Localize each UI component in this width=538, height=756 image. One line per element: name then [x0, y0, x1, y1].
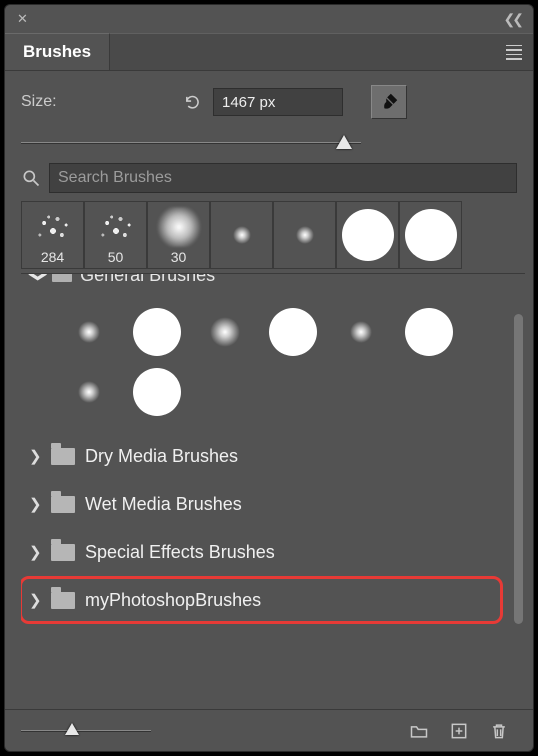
tab-bar: Brushes: [5, 33, 533, 71]
brush-size-label: 50: [108, 249, 124, 265]
size-row: Size:: [5, 71, 533, 125]
brush-preview-toggle-icon[interactable]: [371, 85, 407, 119]
size-slider-thumb[interactable]: [336, 135, 352, 149]
brush-thumb[interactable]: [261, 304, 325, 360]
recent-brush[interactable]: [273, 201, 336, 269]
recent-brush[interactable]: [210, 201, 273, 269]
search-row: [5, 163, 533, 201]
brush-preview: [404, 213, 458, 257]
folder-label: myPhotoshopBrushes: [85, 590, 261, 611]
recent-brush[interactable]: 50: [84, 201, 147, 269]
folder-row[interactable]: ❯ myPhotoshopBrushes: [21, 576, 505, 624]
folder-icon: [51, 496, 75, 513]
panel-topbar: ✕ ❮❮: [5, 5, 533, 33]
search-icon: [21, 168, 41, 188]
recent-brush[interactable]: 284: [21, 201, 84, 269]
size-label: Size:: [21, 93, 171, 111]
brush-preview: [152, 205, 206, 249]
trash-icon[interactable]: [481, 716, 517, 746]
general-brushes-grid: [21, 296, 505, 432]
preview-size-slider[interactable]: [21, 721, 151, 741]
folder-label: Special Effects Brushes: [85, 542, 275, 563]
folder-row[interactable]: ❯ Dry Media Brushes: [21, 432, 505, 480]
brush-thumb[interactable]: [125, 364, 189, 420]
brush-thumb[interactable]: [125, 304, 189, 360]
folder-row[interactable]: ❯ Special Effects Brushes: [21, 528, 505, 576]
brush-preview: [341, 213, 395, 257]
chevron-right-icon: ❯: [29, 447, 41, 465]
brush-list-content: ❯ General Brushes ❯ Dry Media Brushes ❯ Wet…: [21, 274, 505, 709]
load-preset-folder-icon[interactable]: [401, 716, 437, 746]
bottom-bar: [5, 709, 533, 751]
brush-list-area: ❯ General Brushes ❯ Dry Media Brushes ❯ Wet…: [21, 273, 525, 709]
brush-thumb[interactable]: [329, 304, 393, 360]
brushes-panel: ✕ ❮❮ Brushes Size:: [4, 4, 534, 752]
chevron-right-icon: ❯: [29, 543, 41, 561]
size-slider[interactable]: [5, 125, 533, 163]
brush-thumb[interactable]: [57, 304, 121, 360]
folder-label: General Brushes: [80, 274, 215, 286]
brush-size-label: 284: [41, 249, 64, 265]
search-input[interactable]: [49, 163, 517, 193]
size-input[interactable]: [213, 88, 343, 116]
chevron-down-icon: ❯: [28, 274, 49, 283]
folder-row-general[interactable]: ❯ General Brushes: [21, 274, 505, 296]
preview-size-thumb[interactable]: [65, 723, 79, 735]
scrollbar-thumb[interactable]: [514, 314, 523, 624]
folder-label: Dry Media Brushes: [85, 446, 238, 467]
new-brush-icon[interactable]: [441, 716, 477, 746]
panel-menu-icon[interactable]: [495, 33, 533, 70]
brush-preview: [278, 213, 332, 257]
brush-preview: [89, 205, 143, 249]
tab-brushes[interactable]: Brushes: [5, 33, 110, 70]
chevron-right-icon: ❯: [29, 495, 41, 513]
brush-preview: [26, 205, 80, 249]
brush-size-label: 30: [171, 249, 187, 265]
brush-thumb[interactable]: [57, 364, 121, 420]
folder-icon: [51, 448, 75, 465]
chevron-right-icon: ❯: [29, 591, 41, 609]
folder-icon: [51, 544, 75, 561]
recent-brush[interactable]: 30: [147, 201, 210, 269]
folder-icon: [51, 592, 75, 609]
scrollbar[interactable]: [512, 278, 525, 705]
reset-size-icon[interactable]: [181, 91, 203, 113]
close-icon[interactable]: ✕: [13, 9, 32, 29]
folder-icon: [52, 274, 72, 282]
tab-label: Brushes: [23, 42, 91, 62]
brush-thumb[interactable]: [193, 304, 257, 360]
recent-brush[interactable]: [336, 201, 399, 269]
collapse-icon[interactable]: ❮❮: [500, 9, 525, 30]
folder-label: Wet Media Brushes: [85, 494, 242, 515]
recent-brushes-strip: 284 50 30: [5, 201, 533, 269]
brush-preview: [215, 213, 269, 257]
folder-row[interactable]: ❯ Wet Media Brushes: [21, 480, 505, 528]
recent-brush[interactable]: [399, 201, 462, 269]
brush-thumb[interactable]: [397, 304, 461, 360]
